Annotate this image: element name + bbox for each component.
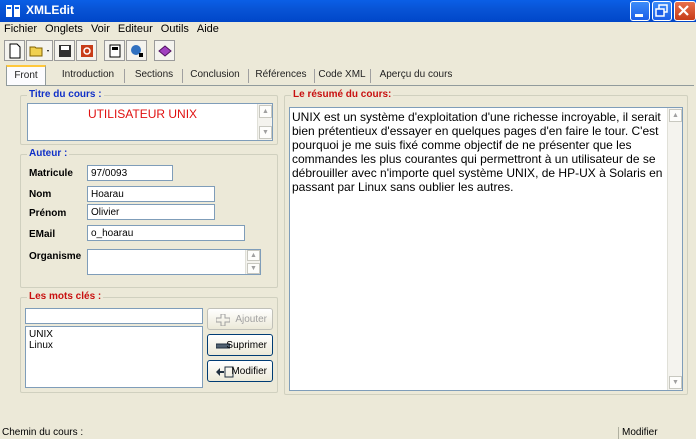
close-file-icon xyxy=(81,45,93,57)
resume-label: Le résumé du cours: xyxy=(291,89,394,100)
titre-scrollbar[interactable]: ▲ ▼ xyxy=(257,104,272,140)
auteur-label: Auteur : xyxy=(27,148,70,159)
minimize-icon xyxy=(635,14,643,17)
tab-front[interactable]: Front xyxy=(6,65,46,86)
resume-text: UNIX est un système d'exploitation d'une… xyxy=(292,110,663,194)
mot-cle-input[interactable] xyxy=(25,308,203,324)
list-item[interactable]: Linux xyxy=(29,340,199,351)
tab-introduction[interactable]: Introduction xyxy=(56,66,120,86)
resume-group: Le résumé du cours: UNIX est un système … xyxy=(284,89,688,395)
properties-icon xyxy=(109,44,121,58)
resume-scrollbar[interactable]: ▲ ▼ xyxy=(667,108,682,390)
save-button[interactable] xyxy=(54,40,75,61)
ajouter-label: Ajouter xyxy=(235,314,267,325)
ajouter-button[interactable]: Ajouter xyxy=(207,308,273,330)
auteur-group: Auteur : Matricule 97/0093 Nom Hoarau Pr… xyxy=(20,148,278,288)
tab-sections[interactable]: Sections xyxy=(130,66,178,86)
status-mode: Modifier xyxy=(622,427,658,438)
scroll-up-icon[interactable]: ▲ xyxy=(247,250,260,261)
status-separator xyxy=(618,427,619,439)
app-icon xyxy=(6,5,20,17)
preview-button[interactable] xyxy=(126,40,147,61)
prenom-field[interactable]: Olivier xyxy=(87,204,215,220)
window-title: XMLEdit xyxy=(26,3,74,17)
matricule-field[interactable]: 97/0093 xyxy=(87,165,173,181)
close-icon xyxy=(678,5,689,16)
close-file-button[interactable] xyxy=(76,40,97,61)
titre-input[interactable]: UTILISATEUR UNIX ▲ ▼ xyxy=(27,103,273,141)
menu-onglets[interactable]: Onglets xyxy=(41,22,87,35)
menu-bar: Fichier Onglets Voir Editeur Outils Aide xyxy=(0,22,696,38)
scroll-down-icon[interactable]: ▼ xyxy=(259,126,272,139)
tab-code-xml[interactable]: Code XML xyxy=(318,66,366,86)
organisme-scrollbar[interactable]: ▲ ▼ xyxy=(245,250,260,274)
book-button[interactable] xyxy=(154,40,175,61)
mots-cles-group: Les mots clés : UNIX Linux Ajouter Supri… xyxy=(20,291,278,393)
tab-apercu[interactable]: Aperçu du cours xyxy=(376,66,456,86)
title-bar: XMLEdit xyxy=(0,0,696,22)
supprimer-label: Suprimer xyxy=(226,340,267,351)
nom-label: Nom xyxy=(29,189,52,200)
matricule-label: Matricule xyxy=(29,168,73,179)
scroll-down-icon[interactable]: ▼ xyxy=(669,376,682,389)
titre-value: UTILISATEUR UNIX xyxy=(87,107,198,121)
email-field[interactable]: o_hoarau xyxy=(87,225,245,241)
list-item[interactable]: UNIX xyxy=(29,329,199,340)
scroll-up-icon[interactable]: ▲ xyxy=(669,109,682,122)
mots-cles-label: Les mots clés : xyxy=(27,291,104,302)
preview-icon xyxy=(131,45,143,57)
scroll-down-icon[interactable]: ▼ xyxy=(247,263,260,274)
new-file-icon xyxy=(9,43,21,59)
close-window-button[interactable] xyxy=(674,1,696,21)
mots-cles-list[interactable]: UNIX Linux xyxy=(25,326,203,388)
email-label: EMail xyxy=(29,229,56,240)
menu-fichier[interactable]: Fichier xyxy=(0,22,41,35)
organisme-label: Organisme xyxy=(29,251,82,262)
book-icon xyxy=(158,45,172,57)
menu-voir[interactable]: Voir xyxy=(87,22,114,35)
titre-group: Titre du cours : UTILISATEUR UNIX ▲ ▼ xyxy=(20,89,278,145)
tab-references[interactable]: Références xyxy=(252,66,310,86)
menu-outils[interactable]: Outils xyxy=(157,22,193,35)
menu-aide[interactable]: Aide xyxy=(193,22,223,35)
save-icon xyxy=(59,45,71,57)
plus-icon xyxy=(216,314,230,326)
new-file-button[interactable] xyxy=(4,40,25,61)
minimize-button[interactable] xyxy=(630,1,650,21)
maximize-button[interactable] xyxy=(652,1,672,21)
supprimer-button[interactable]: Suprimer xyxy=(207,334,273,356)
prenom-label: Prénom xyxy=(29,208,67,219)
open-button[interactable] xyxy=(26,40,53,61)
status-bar: Chemin du cours : Modifier xyxy=(0,427,696,439)
titre-label: Titre du cours : xyxy=(27,89,104,100)
restore-icon xyxy=(655,4,668,17)
status-path: Chemin du cours : xyxy=(2,427,84,438)
modifier-label: Modifier xyxy=(231,366,267,377)
menu-editeur[interactable]: Editeur xyxy=(114,22,157,35)
modifier-button[interactable]: Modifier xyxy=(207,360,273,382)
organisme-field[interactable]: ▲ ▼ xyxy=(87,249,261,275)
tab-conclusion[interactable]: Conclusion xyxy=(186,66,244,86)
open-folder-icon xyxy=(29,46,49,57)
nom-field[interactable]: Hoarau xyxy=(87,186,215,202)
resume-textarea[interactable]: UNIX est un système d'exploitation d'une… xyxy=(289,107,683,391)
scroll-up-icon[interactable]: ▲ xyxy=(259,105,272,118)
properties-button[interactable] xyxy=(104,40,125,61)
